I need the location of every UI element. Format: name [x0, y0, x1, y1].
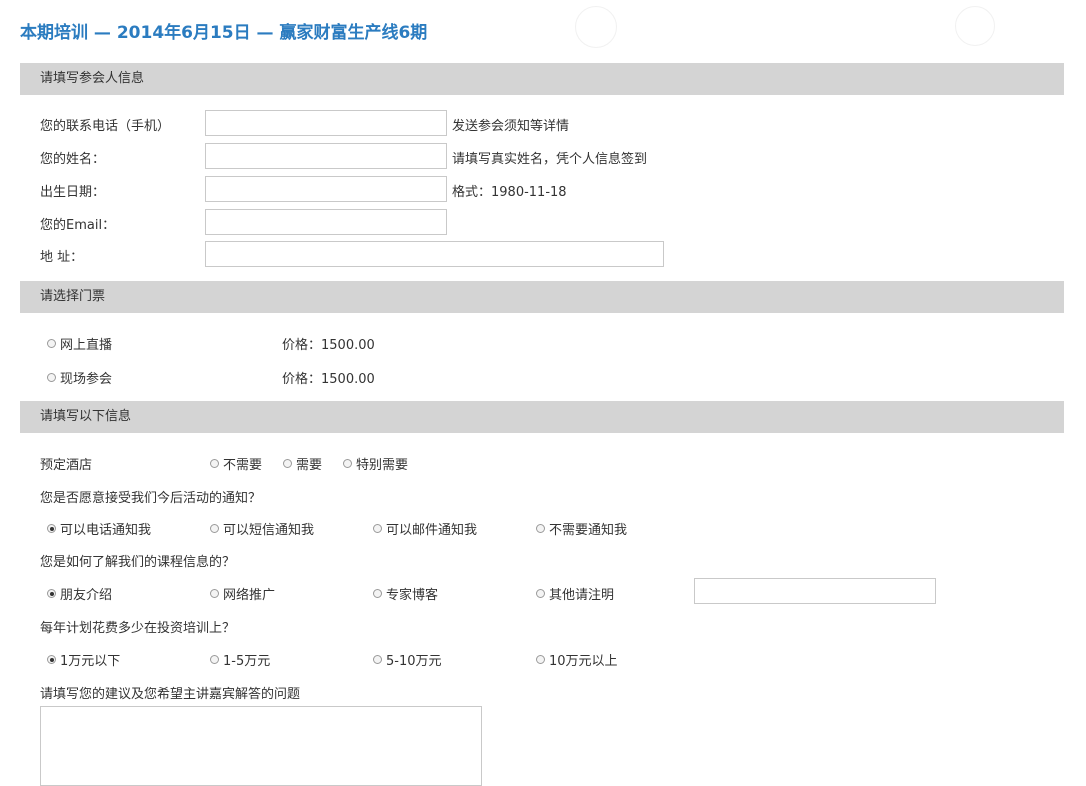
radio-icon	[210, 589, 219, 598]
ticket-section-header: 请选择门票	[20, 281, 1064, 313]
source-other-input[interactable]	[694, 578, 936, 604]
radio-icon	[536, 655, 545, 664]
suggestion-textarea[interactable]	[40, 706, 482, 786]
address-input[interactable]	[205, 241, 664, 267]
ticket-radio-onsite[interactable]: 现场参会	[47, 368, 112, 387]
source-option-label: 专家博客	[386, 588, 439, 603]
phone-input[interactable]	[205, 110, 447, 136]
birth-label: 出生日期：	[40, 185, 106, 200]
radio-icon	[536, 589, 545, 598]
hotel-option-label: 特别需要	[356, 458, 409, 473]
source-radio-blog[interactable]: 专家博客	[373, 584, 438, 603]
budget-option-label: 5-10万元	[386, 654, 442, 669]
email-label: 您的Email：	[40, 218, 116, 233]
page-title: 本期培训 — 2014年6月15日 — 赢家财富生产线6期	[20, 23, 428, 43]
radio-selected-icon	[47, 524, 56, 533]
source-option-label: 网络推广	[223, 588, 276, 603]
ticket-option-label: 网上直播	[60, 338, 113, 353]
email-input[interactable]	[205, 209, 447, 235]
source-radio-web[interactable]: 网络推广	[210, 584, 275, 603]
notify-option-label: 不需要通知我	[549, 523, 628, 538]
budget-option-label: 1万元以下	[60, 654, 121, 669]
notify-radio-email[interactable]: 可以邮件通知我	[373, 519, 477, 538]
background-circle	[955, 6, 995, 46]
budget-option-label: 1-5万元	[223, 654, 271, 669]
budget-option-label: 10万元以上	[549, 654, 618, 669]
birth-hint: 格式：1980-11-18	[452, 185, 567, 200]
notify-option-label: 可以电话通知我	[60, 523, 152, 538]
radio-icon	[210, 459, 219, 468]
extra-section-header: 请填写以下信息	[20, 401, 1064, 433]
ticket-radio-online[interactable]: 网上直播	[47, 334, 112, 353]
ticket-option-label: 现场参会	[60, 372, 113, 387]
budget-radio-over-100k[interactable]: 10万元以上	[536, 650, 618, 669]
radio-icon	[343, 459, 352, 468]
radio-selected-icon	[47, 589, 56, 598]
radio-icon	[536, 524, 545, 533]
radio-icon	[373, 655, 382, 664]
name-input[interactable]	[205, 143, 447, 169]
hotel-radio-yes[interactable]: 需要	[283, 454, 322, 473]
radio-icon	[47, 339, 56, 348]
radio-icon	[283, 459, 292, 468]
radio-icon	[210, 655, 219, 664]
hotel-option-label: 需要	[296, 458, 323, 473]
budget-radio-under-10k[interactable]: 1万元以下	[47, 650, 120, 669]
ticket-price: 价格：1500.00	[282, 338, 375, 353]
phone-hint: 发送参会须知等详情	[452, 119, 570, 134]
phone-label: 您的联系电话（手机）	[40, 119, 171, 134]
notify-radio-none[interactable]: 不需要通知我	[536, 519, 627, 538]
birth-input[interactable]	[205, 176, 447, 202]
radio-icon	[373, 589, 382, 598]
radio-icon	[210, 524, 219, 533]
source-radio-other[interactable]: 其他请注明	[536, 584, 614, 603]
notify-question: 您是否愿意接受我们今后活动的通知？	[40, 491, 262, 506]
ticket-price: 价格：1500.00	[282, 372, 375, 387]
hotel-radio-special[interactable]: 特别需要	[343, 454, 408, 473]
attendee-section-header: 请填写参会人信息	[20, 63, 1064, 95]
name-hint: 请填写真实姓名，凭个人信息签到	[452, 152, 648, 167]
hotel-radio-none[interactable]: 不需要	[210, 454, 262, 473]
source-radio-friend[interactable]: 朋友介绍	[47, 584, 112, 603]
source-option-label: 朋友介绍	[60, 588, 113, 603]
notify-radio-sms[interactable]: 可以短信通知我	[210, 519, 314, 538]
hotel-option-label: 不需要	[223, 458, 263, 473]
radio-icon	[373, 524, 382, 533]
address-label: 地 址：	[40, 250, 84, 265]
notify-option-label: 可以邮件通知我	[386, 523, 478, 538]
suggestion-label: 请填写您的建议及您希望主讲嘉宾解答的问题	[40, 687, 301, 702]
hotel-label: 预定酒店	[40, 458, 93, 473]
background-circle	[575, 6, 617, 48]
budget-question: 每年计划花费多少在投资培训上？	[40, 621, 236, 636]
budget-radio-10k-50k[interactable]: 1-5万元	[210, 650, 270, 669]
radio-icon	[47, 373, 56, 382]
source-question: 您是如何了解我们的课程信息的？	[40, 555, 236, 570]
radio-selected-icon	[47, 655, 56, 664]
notify-option-label: 可以短信通知我	[223, 523, 315, 538]
source-option-label: 其他请注明	[549, 588, 615, 603]
budget-radio-50k-100k[interactable]: 5-10万元	[373, 650, 442, 669]
name-label: 您的姓名：	[40, 152, 106, 167]
notify-radio-phone[interactable]: 可以电话通知我	[47, 519, 151, 538]
